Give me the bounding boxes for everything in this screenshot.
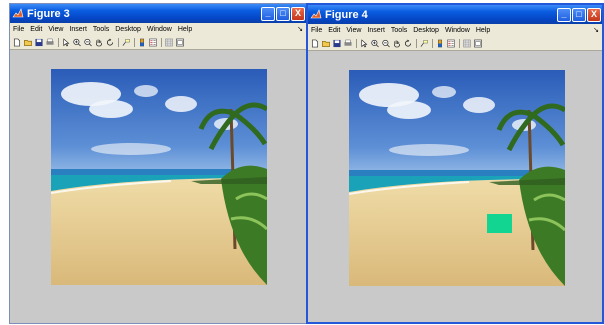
- figure-4-toolbar: [308, 37, 602, 51]
- pointer-icon[interactable]: [62, 38, 70, 47]
- plot-tools-icon[interactable]: [474, 39, 482, 48]
- plot-tools-icon[interactable]: [176, 38, 184, 47]
- toolbar-separator: [134, 38, 135, 47]
- maximize-button[interactable]: □: [276, 6, 290, 21]
- menu-file[interactable]: File: [311, 27, 322, 34]
- data-cursor-icon[interactable]: [420, 39, 428, 48]
- pan-hand-icon[interactable]: [95, 38, 103, 47]
- menu-insert[interactable]: Insert: [367, 27, 385, 34]
- toolbar-separator: [432, 39, 433, 48]
- zoom-out-icon[interactable]: [382, 39, 390, 48]
- figure-3-title: Figure 3: [27, 7, 70, 20]
- menu-window[interactable]: Window: [147, 26, 172, 33]
- toolbar-separator: [58, 38, 59, 47]
- zoom-in-icon[interactable]: [371, 39, 379, 48]
- menu-edit[interactable]: Edit: [30, 26, 42, 33]
- menu-tools[interactable]: Tools: [93, 26, 109, 33]
- menu-view[interactable]: View: [346, 27, 361, 34]
- rotate-icon[interactable]: [106, 38, 114, 47]
- menu-overflow-icon[interactable]: ↘: [297, 25, 303, 33]
- close-button[interactable]: X: [587, 7, 601, 22]
- colorbar-icon[interactable]: [436, 39, 444, 48]
- grid-icon[interactable]: [463, 39, 471, 48]
- figure-3-titlebar[interactable]: Figure 3 _ □ X: [10, 4, 306, 23]
- maximize-button[interactable]: □: [572, 7, 586, 22]
- toolbar-separator: [356, 39, 357, 48]
- menu-desktop[interactable]: Desktop: [115, 26, 141, 33]
- minimize-button[interactable]: _: [261, 6, 275, 21]
- figure-4-window: Figure 4 _ □ X File Edit View Insert Too…: [306, 3, 604, 324]
- new-file-icon[interactable]: [13, 38, 21, 47]
- menu-edit[interactable]: Edit: [328, 27, 340, 34]
- zoom-out-icon[interactable]: [84, 38, 92, 47]
- beach-image: [51, 69, 267, 285]
- figure-3-menubar: File Edit View Insert Tools Desktop Wind…: [10, 23, 306, 36]
- print-icon[interactable]: [344, 39, 352, 48]
- open-folder-icon[interactable]: [322, 39, 330, 48]
- pan-hand-icon[interactable]: [393, 39, 401, 48]
- figure-3-toolbar: [10, 36, 306, 50]
- menu-desktop[interactable]: Desktop: [413, 27, 439, 34]
- matlab-logo-icon: [12, 7, 24, 17]
- menu-tools[interactable]: Tools: [391, 27, 407, 34]
- legend-icon[interactable]: [447, 39, 455, 48]
- open-folder-icon[interactable]: [24, 38, 32, 47]
- colorbar-icon[interactable]: [138, 38, 146, 47]
- figure-4-menubar: File Edit View Insert Tools Desktop Wind…: [308, 24, 602, 37]
- figure-4-axes-area: [308, 51, 602, 322]
- menu-help[interactable]: Help: [178, 26, 192, 33]
- matlab-logo-icon: [310, 8, 322, 18]
- menu-insert[interactable]: Insert: [69, 26, 87, 33]
- new-file-icon[interactable]: [311, 39, 319, 48]
- pointer-icon[interactable]: [360, 39, 368, 48]
- minimize-button[interactable]: _: [557, 7, 571, 22]
- print-icon[interactable]: [46, 38, 54, 47]
- grid-icon[interactable]: [165, 38, 173, 47]
- toolbar-separator: [416, 39, 417, 48]
- close-button[interactable]: X: [291, 6, 305, 21]
- menu-overflow-icon[interactable]: ↘: [593, 26, 599, 34]
- figure-4-titlebar[interactable]: Figure 4 _ □ X: [308, 5, 602, 24]
- zoom-in-icon[interactable]: [73, 38, 81, 47]
- figure-3-window: Figure 3 _ □ X File Edit View Insert Too…: [9, 3, 307, 324]
- legend-icon[interactable]: [149, 38, 157, 47]
- toolbar-separator: [118, 38, 119, 47]
- beach-image-marked: [349, 70, 565, 286]
- data-cursor-icon[interactable]: [122, 38, 130, 47]
- figure-4-title: Figure 4: [325, 8, 368, 21]
- save-icon[interactable]: [35, 38, 43, 47]
- toolbar-separator: [459, 39, 460, 48]
- menu-help[interactable]: Help: [476, 27, 490, 34]
- toolbar-separator: [161, 38, 162, 47]
- figure-3-axes-area: [10, 50, 306, 323]
- menu-window[interactable]: Window: [445, 27, 470, 34]
- marked-region: [487, 214, 512, 233]
- menu-file[interactable]: File: [13, 26, 24, 33]
- save-icon[interactable]: [333, 39, 341, 48]
- rotate-icon[interactable]: [404, 39, 412, 48]
- menu-view[interactable]: View: [48, 26, 63, 33]
